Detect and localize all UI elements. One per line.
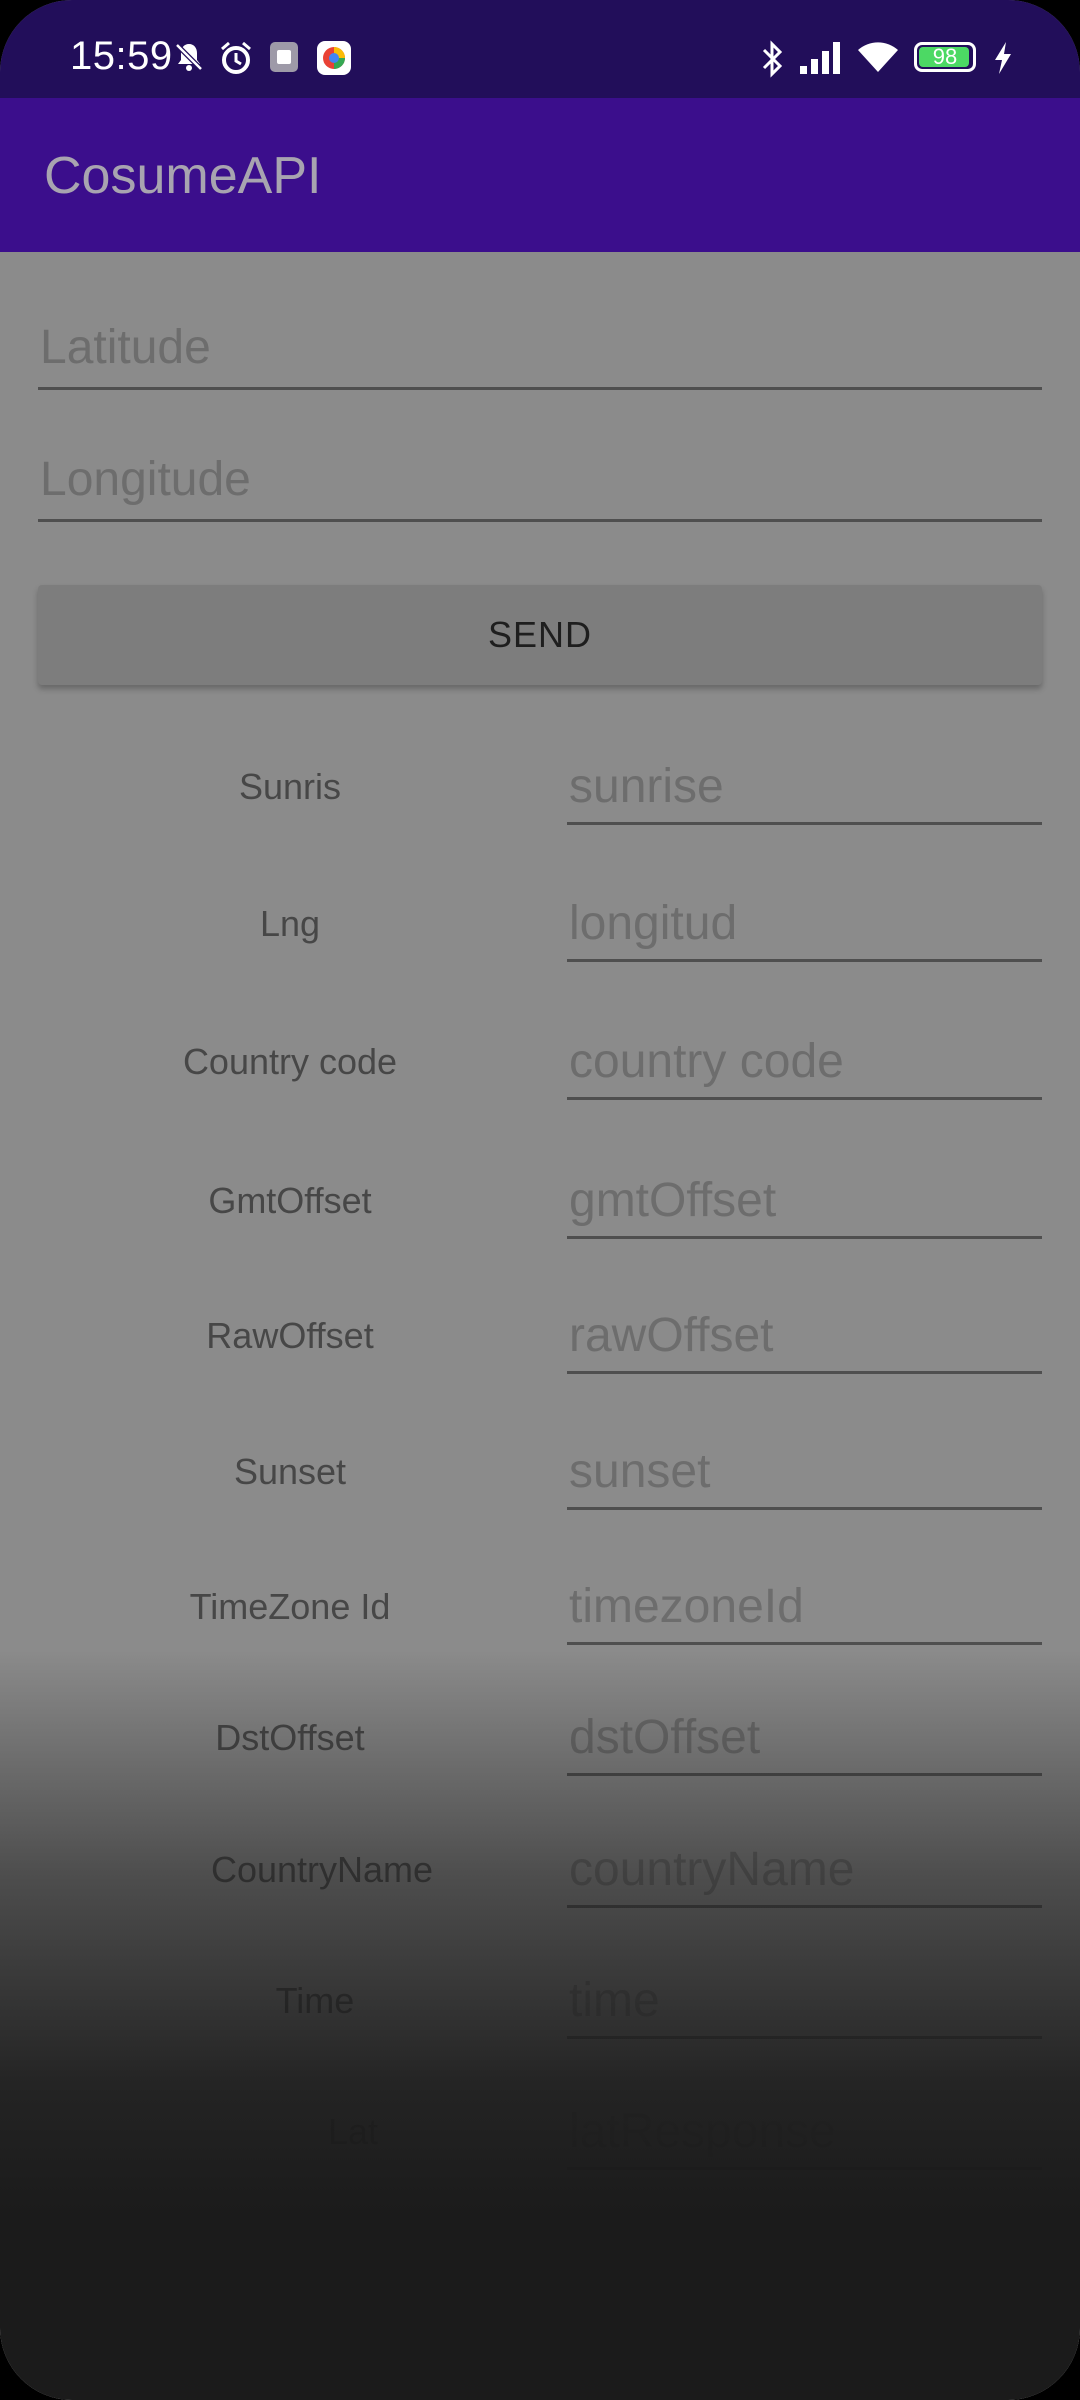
gmt-offset-label: GmtOffset bbox=[208, 1180, 372, 1221]
latitude-input[interactable]: Latitude bbox=[38, 315, 1042, 390]
timezone-id-field[interactable]: timezoneId bbox=[567, 1578, 1042, 1645]
longitude-input[interactable]: Longitude bbox=[38, 447, 1042, 522]
lat-response-field[interactable]: latResponse bbox=[567, 2103, 1042, 2170]
gmt-offset-placeholder: gmtOffset bbox=[569, 1174, 777, 1227]
time-placeholder: time bbox=[569, 1974, 660, 2027]
time-label: Time bbox=[275, 1980, 355, 2021]
battery-icon: 98 bbox=[914, 42, 976, 72]
latitude-placeholder: Latitude bbox=[40, 321, 211, 374]
lng-placeholder: longitud bbox=[569, 897, 738, 950]
country-name-label: CountryName bbox=[210, 1849, 434, 1890]
mute-icon bbox=[175, 43, 203, 71]
lng-label: Lng bbox=[259, 903, 321, 944]
country-code-placeholder: country code bbox=[569, 1035, 844, 1088]
status-time: 15:59 bbox=[70, 34, 173, 78]
timezone-id-label: TimeZone Id bbox=[189, 1586, 391, 1627]
dst-offset-label: DstOffset bbox=[215, 1717, 365, 1758]
app-icon bbox=[317, 41, 351, 75]
longitude-placeholder: Longitude bbox=[40, 453, 251, 506]
main-content: Latitude Longitude SEND Sunris sunrise L… bbox=[0, 252, 1080, 2400]
country-code-field[interactable]: country code bbox=[567, 1033, 1042, 1100]
raw-offset-label: RawOffset bbox=[206, 1315, 374, 1356]
sunset-placeholder: sunset bbox=[569, 1445, 711, 1498]
bluetooth-icon bbox=[762, 40, 783, 78]
sunrise-placeholder: sunrise bbox=[569, 760, 724, 813]
app-title: CosumeAPI bbox=[44, 147, 322, 205]
charging-icon bbox=[995, 42, 1011, 74]
country-name-placeholder: countryName bbox=[569, 1843, 855, 1896]
android-icon bbox=[270, 42, 298, 72]
sunrise-label: Sunris bbox=[238, 766, 342, 807]
country-name-field[interactable]: countryName bbox=[567, 1841, 1042, 1908]
signal-icon bbox=[800, 42, 840, 74]
raw-offset-field[interactable]: rawOffset bbox=[567, 1307, 1042, 1374]
sunrise-field[interactable]: sunrise bbox=[567, 758, 1042, 825]
lng-field[interactable]: longitud bbox=[567, 895, 1042, 962]
time-field[interactable]: time bbox=[567, 1972, 1042, 2039]
country-code-label: Country code bbox=[182, 1041, 398, 1082]
phone-screen: 15:59 98 CosumeAPI Latitude Longitude SE… bbox=[0, 0, 1080, 2400]
dst-offset-placeholder: dstOffset bbox=[569, 1711, 761, 1764]
dst-offset-field[interactable]: dstOffset bbox=[567, 1709, 1042, 1776]
sunset-label: Sunset bbox=[233, 1451, 347, 1492]
battery-level: 98 bbox=[932, 44, 958, 69]
timezone-id-placeholder: timezoneId bbox=[569, 1580, 804, 1633]
wifi-icon bbox=[858, 42, 898, 72]
alarm-icon bbox=[221, 41, 251, 74]
send-button[interactable]: SEND bbox=[38, 585, 1042, 685]
lat-response-placeholder: latResponse bbox=[569, 2105, 836, 2158]
sunset-field[interactable]: sunset bbox=[567, 1443, 1042, 1510]
raw-offset-placeholder: rawOffset bbox=[569, 1309, 774, 1362]
app-bar: CosumeAPI bbox=[0, 98, 1080, 252]
lat-label: Lat bbox=[327, 2111, 379, 2152]
status-bar: 15:59 98 bbox=[0, 0, 1080, 98]
gmt-offset-field[interactable]: gmtOffset bbox=[567, 1172, 1042, 1239]
